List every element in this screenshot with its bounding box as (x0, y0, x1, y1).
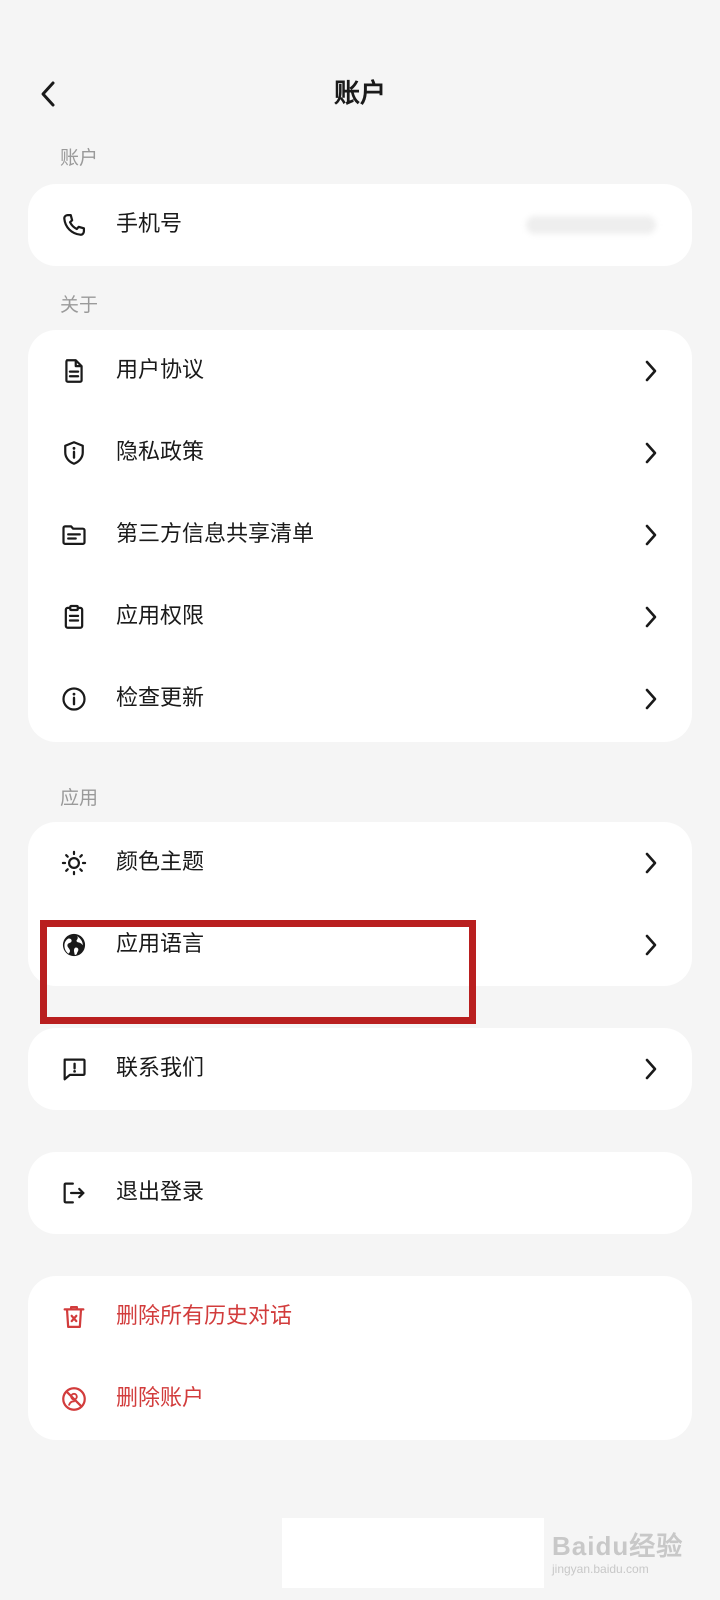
contact-us-row[interactable]: 联系我们 (28, 1028, 692, 1110)
chevron-right-icon (644, 359, 658, 383)
danger-card: 删除所有历史对话 删除账户 (28, 1276, 692, 1440)
no-user-icon (60, 1385, 88, 1413)
third-party-sharing-row[interactable]: 第三方信息共享清单 (28, 494, 692, 576)
shield-info-icon (60, 439, 88, 467)
delete-history-row[interactable]: 删除所有历史对话 (28, 1276, 692, 1358)
sun-icon (60, 849, 88, 877)
check-update-row[interactable]: 检查更新 (28, 658, 692, 740)
trash-icon (60, 1303, 88, 1331)
color-theme-label: 颜色主题 (116, 850, 205, 875)
third-party-sharing-label: 第三方信息共享清单 (116, 522, 315, 547)
contact-us-label: 联系我们 (116, 1056, 205, 1081)
account-card: 手机号 (28, 184, 692, 266)
chevron-right-icon (644, 933, 658, 957)
chevron-right-icon (644, 441, 658, 465)
bottom-area: Baidu经验 jingyan.baidu.com (0, 1508, 720, 1600)
feedback-icon (60, 1055, 88, 1083)
delete-account-label: 删除账户 (116, 1386, 205, 1411)
phone-row[interactable]: 手机号 (28, 184, 692, 266)
folder-list-icon (60, 521, 88, 549)
logout-icon (60, 1179, 88, 1207)
chevron-right-icon (644, 523, 658, 547)
page-title: 账户 (333, 79, 386, 109)
app-permissions-row[interactable]: 应用权限 (28, 576, 692, 658)
info-circle-icon (60, 685, 88, 713)
phone-value-redacted (526, 216, 656, 234)
color-theme-row[interactable]: 颜色主题 (28, 822, 692, 904)
phone-icon (60, 211, 88, 239)
check-update-label: 检查更新 (116, 686, 205, 711)
chevron-right-icon (644, 687, 658, 711)
phone-label: 手机号 (116, 212, 183, 237)
top-bar: 账户 (0, 52, 720, 134)
user-agreement-row[interactable]: 用户协议 (28, 330, 692, 412)
watermark-main-text: Baidu经验 (552, 1531, 684, 1561)
delete-account-row[interactable]: 删除账户 (28, 1358, 692, 1440)
clipboard-icon (60, 603, 88, 631)
privacy-policy-label: 隐私政策 (116, 440, 205, 465)
logout-label: 退出登录 (116, 1180, 205, 1205)
document-icon (60, 357, 88, 385)
delete-history-label: 删除所有历史对话 (116, 1304, 293, 1329)
chevron-right-icon (644, 1057, 658, 1081)
chevron-right-icon (644, 605, 658, 629)
contact-card: 联系我们 (28, 1028, 692, 1110)
user-agreement-label: 用户协议 (116, 358, 205, 383)
logout-card: 退出登录 (28, 1152, 692, 1234)
watermark-sub-text: jingyan.baidu.com (552, 1562, 649, 1576)
section-label-account: 账户 (60, 147, 99, 169)
highlight-annotation-box (40, 920, 476, 1024)
privacy-policy-row[interactable]: 隐私政策 (28, 412, 692, 494)
logout-row[interactable]: 退出登录 (28, 1152, 692, 1234)
chevron-right-icon (644, 851, 658, 875)
about-card: 用户协议 隐私政策 第三方信息共享清单 应用权限 检查更新 (28, 330, 692, 742)
watermark-logo: Baidu经验 jingyan.baidu.com (552, 1526, 712, 1586)
section-label-app: 应用 (60, 787, 99, 809)
app-permissions-label: 应用权限 (116, 604, 205, 629)
section-label-about: 关于 (60, 294, 99, 316)
bottom-redacted-area (282, 1518, 544, 1588)
